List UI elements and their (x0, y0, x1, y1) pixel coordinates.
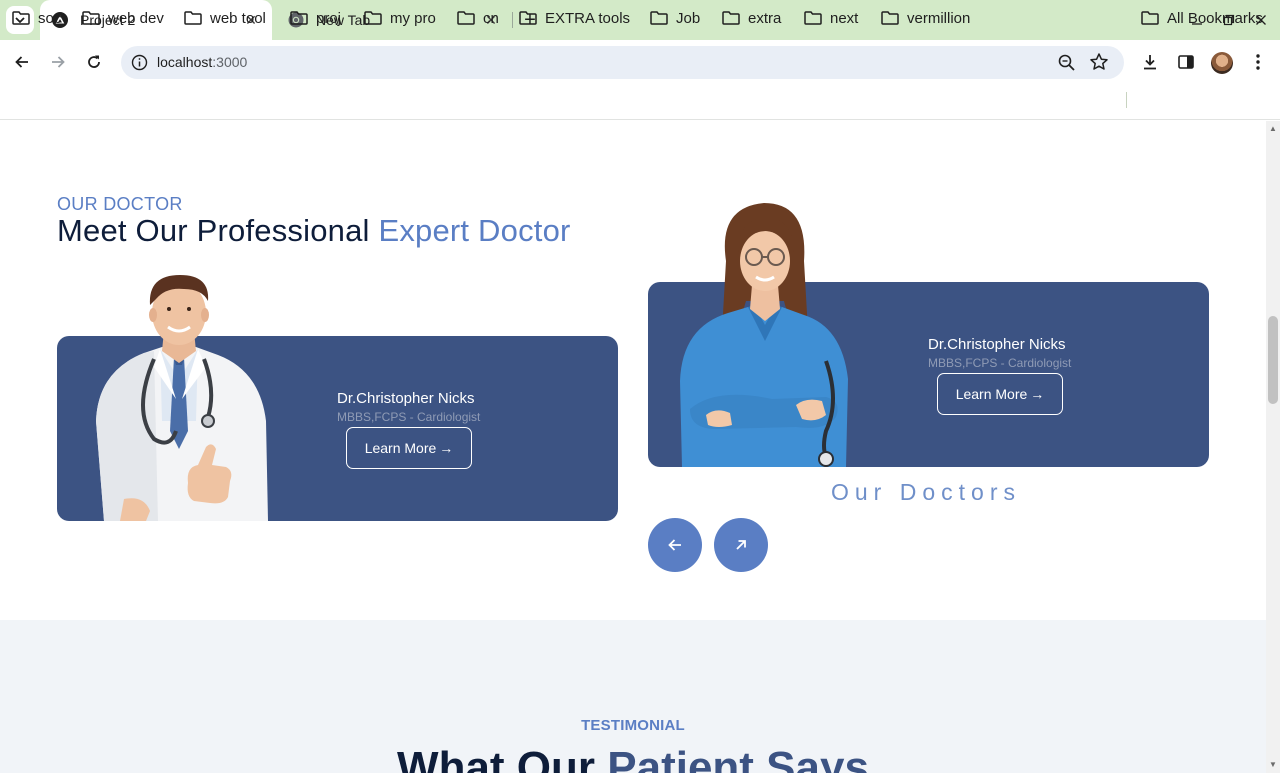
bookmark-folder-cn[interactable]: cn (457, 8, 499, 28)
all-bookmarks-label: All Bookmarks (1167, 9, 1263, 27)
bookmark-folder-extra[interactable]: extra (722, 8, 781, 28)
arrow-up-right-icon (736, 540, 746, 550)
bookmark-folder-extra-tools[interactable]: EXTRA tools (519, 8, 630, 28)
bookmark-folder-vermillion[interactable]: vermillion (881, 8, 970, 28)
heading-main: Meet Our Professional (57, 213, 379, 248)
page-scrollbar[interactable] (1266, 121, 1280, 773)
folder-icon (457, 11, 475, 25)
tab-separator (512, 12, 513, 28)
folder-icon (82, 11, 100, 25)
bookmark-folder-my-pro[interactable]: my pro (364, 8, 436, 28)
all-bookmarks-button[interactable]: All Bookmarks (1141, 8, 1263, 28)
browser-toolbar: localhost:3000 (0, 40, 1280, 84)
folder-icon (722, 11, 740, 25)
folder-icon (184, 11, 202, 25)
url-port: :3000 (212, 54, 248, 70)
kebab-menu-icon[interactable] (1246, 50, 1270, 74)
folder-icon (290, 11, 308, 25)
folder-icon (364, 11, 382, 25)
learn-more-label: Learn More (364, 440, 437, 456)
bookmark-label: vermillion (907, 9, 971, 27)
bookmark-folder-job[interactable]: Job (650, 8, 700, 28)
carousel-prev-button[interactable] (648, 518, 702, 572)
url-text: localhost:3000 (157, 54, 247, 70)
folder-icon (881, 11, 899, 25)
male-doctor-image (96, 275, 268, 521)
bookmark-label: EXTRA tools (545, 9, 631, 27)
side-panel-icon[interactable] (1174, 50, 1198, 74)
folder-icon (1141, 11, 1159, 25)
arrow-right-icon: → (439, 440, 454, 456)
bookmark-label: next (830, 9, 859, 27)
bookmark-label: my pro (390, 9, 436, 27)
scroll-down-icon[interactable]: ▼ (1268, 760, 1278, 770)
testimonial-section: TESTIMONIAL What Our Patient Says (0, 620, 1266, 773)
scroll-up-icon[interactable]: ▲ (1268, 124, 1278, 134)
address-bar[interactable]: localhost:3000 (121, 46, 1124, 79)
bookmark-folder-proj[interactable]: proj (290, 8, 341, 28)
scrollbar-thumb[interactable] (1268, 316, 1278, 404)
doctor-name: Dr.Christopher Nicks (337, 390, 475, 407)
bookmark-folder-web-dev[interactable]: web dev (82, 8, 164, 28)
bookmark-label: extra (748, 9, 782, 27)
bookmark-label: soc (38, 9, 62, 27)
site-info-icon[interactable] (131, 54, 148, 71)
download-icon[interactable] (1138, 50, 1162, 74)
folder-icon (519, 11, 537, 25)
folder-icon (804, 11, 822, 25)
doctor-credentials: MBBS,FCPS - Cardiologist (928, 356, 1072, 370)
zoom-icon[interactable] (1057, 53, 1077, 73)
bookmark-label: web dev (108, 9, 164, 27)
folder-icon (12, 11, 30, 25)
bookmarks-separator (1126, 92, 1127, 108)
bookmark-folder-web-tool[interactable]: web tool (184, 8, 266, 28)
female-doctor-image (680, 203, 848, 467)
learn-more-label: Learn More (955, 386, 1028, 402)
bookmark-star-icon[interactable] (1089, 52, 1109, 72)
testimonial-heading: What Our Patient Says (0, 743, 1266, 773)
bookmark-label: cn (483, 9, 499, 27)
forward-button[interactable] (44, 48, 72, 76)
section-eyebrow: OUR DOCTOR (57, 194, 183, 214)
testimonial-heading-main: What Our (397, 743, 608, 773)
learn-more-button[interactable]: Learn More → (937, 373, 1063, 415)
reload-button[interactable] (80, 48, 108, 76)
our-doctors-label: Our Doctors (831, 479, 1021, 505)
arrow-left-icon (15, 56, 28, 68)
bookmark-label: Job (676, 9, 701, 27)
doctor-name: Dr.Christopher Nicks (928, 336, 1066, 353)
reload-icon (88, 55, 100, 68)
heading-accent: Expert Doctor (378, 213, 571, 248)
folder-icon (650, 11, 668, 25)
back-button[interactable] (8, 48, 36, 76)
bookmark-label: web tool (210, 9, 266, 27)
bookmark-label: proj (316, 9, 342, 27)
profile-avatar[interactable] (1211, 52, 1233, 74)
carousel-next-button[interactable] (714, 518, 768, 572)
section-heading: Meet Our Professional Expert Doctor (57, 213, 571, 249)
testimonial-eyebrow: TESTIMONIAL (581, 717, 685, 734)
page-viewport: OUR DOCTOR Meet Our Professional Expert … (0, 121, 1266, 773)
doctor-credentials: MBBS,FCPS - Cardiologist (337, 410, 481, 424)
bookmark-folder-soc[interactable]: soc (12, 8, 61, 28)
learn-more-button[interactable]: Learn More → (346, 427, 472, 469)
url-host: localhost (157, 54, 213, 70)
arrow-left-icon (668, 539, 681, 551)
arrow-right-icon: → (1030, 386, 1045, 402)
testimonial-heading-accent: Patient Says (607, 743, 869, 773)
bookmarks-bar (0, 84, 1280, 120)
arrow-right-icon (52, 56, 65, 68)
bookmark-folder-next[interactable]: next (804, 8, 858, 28)
